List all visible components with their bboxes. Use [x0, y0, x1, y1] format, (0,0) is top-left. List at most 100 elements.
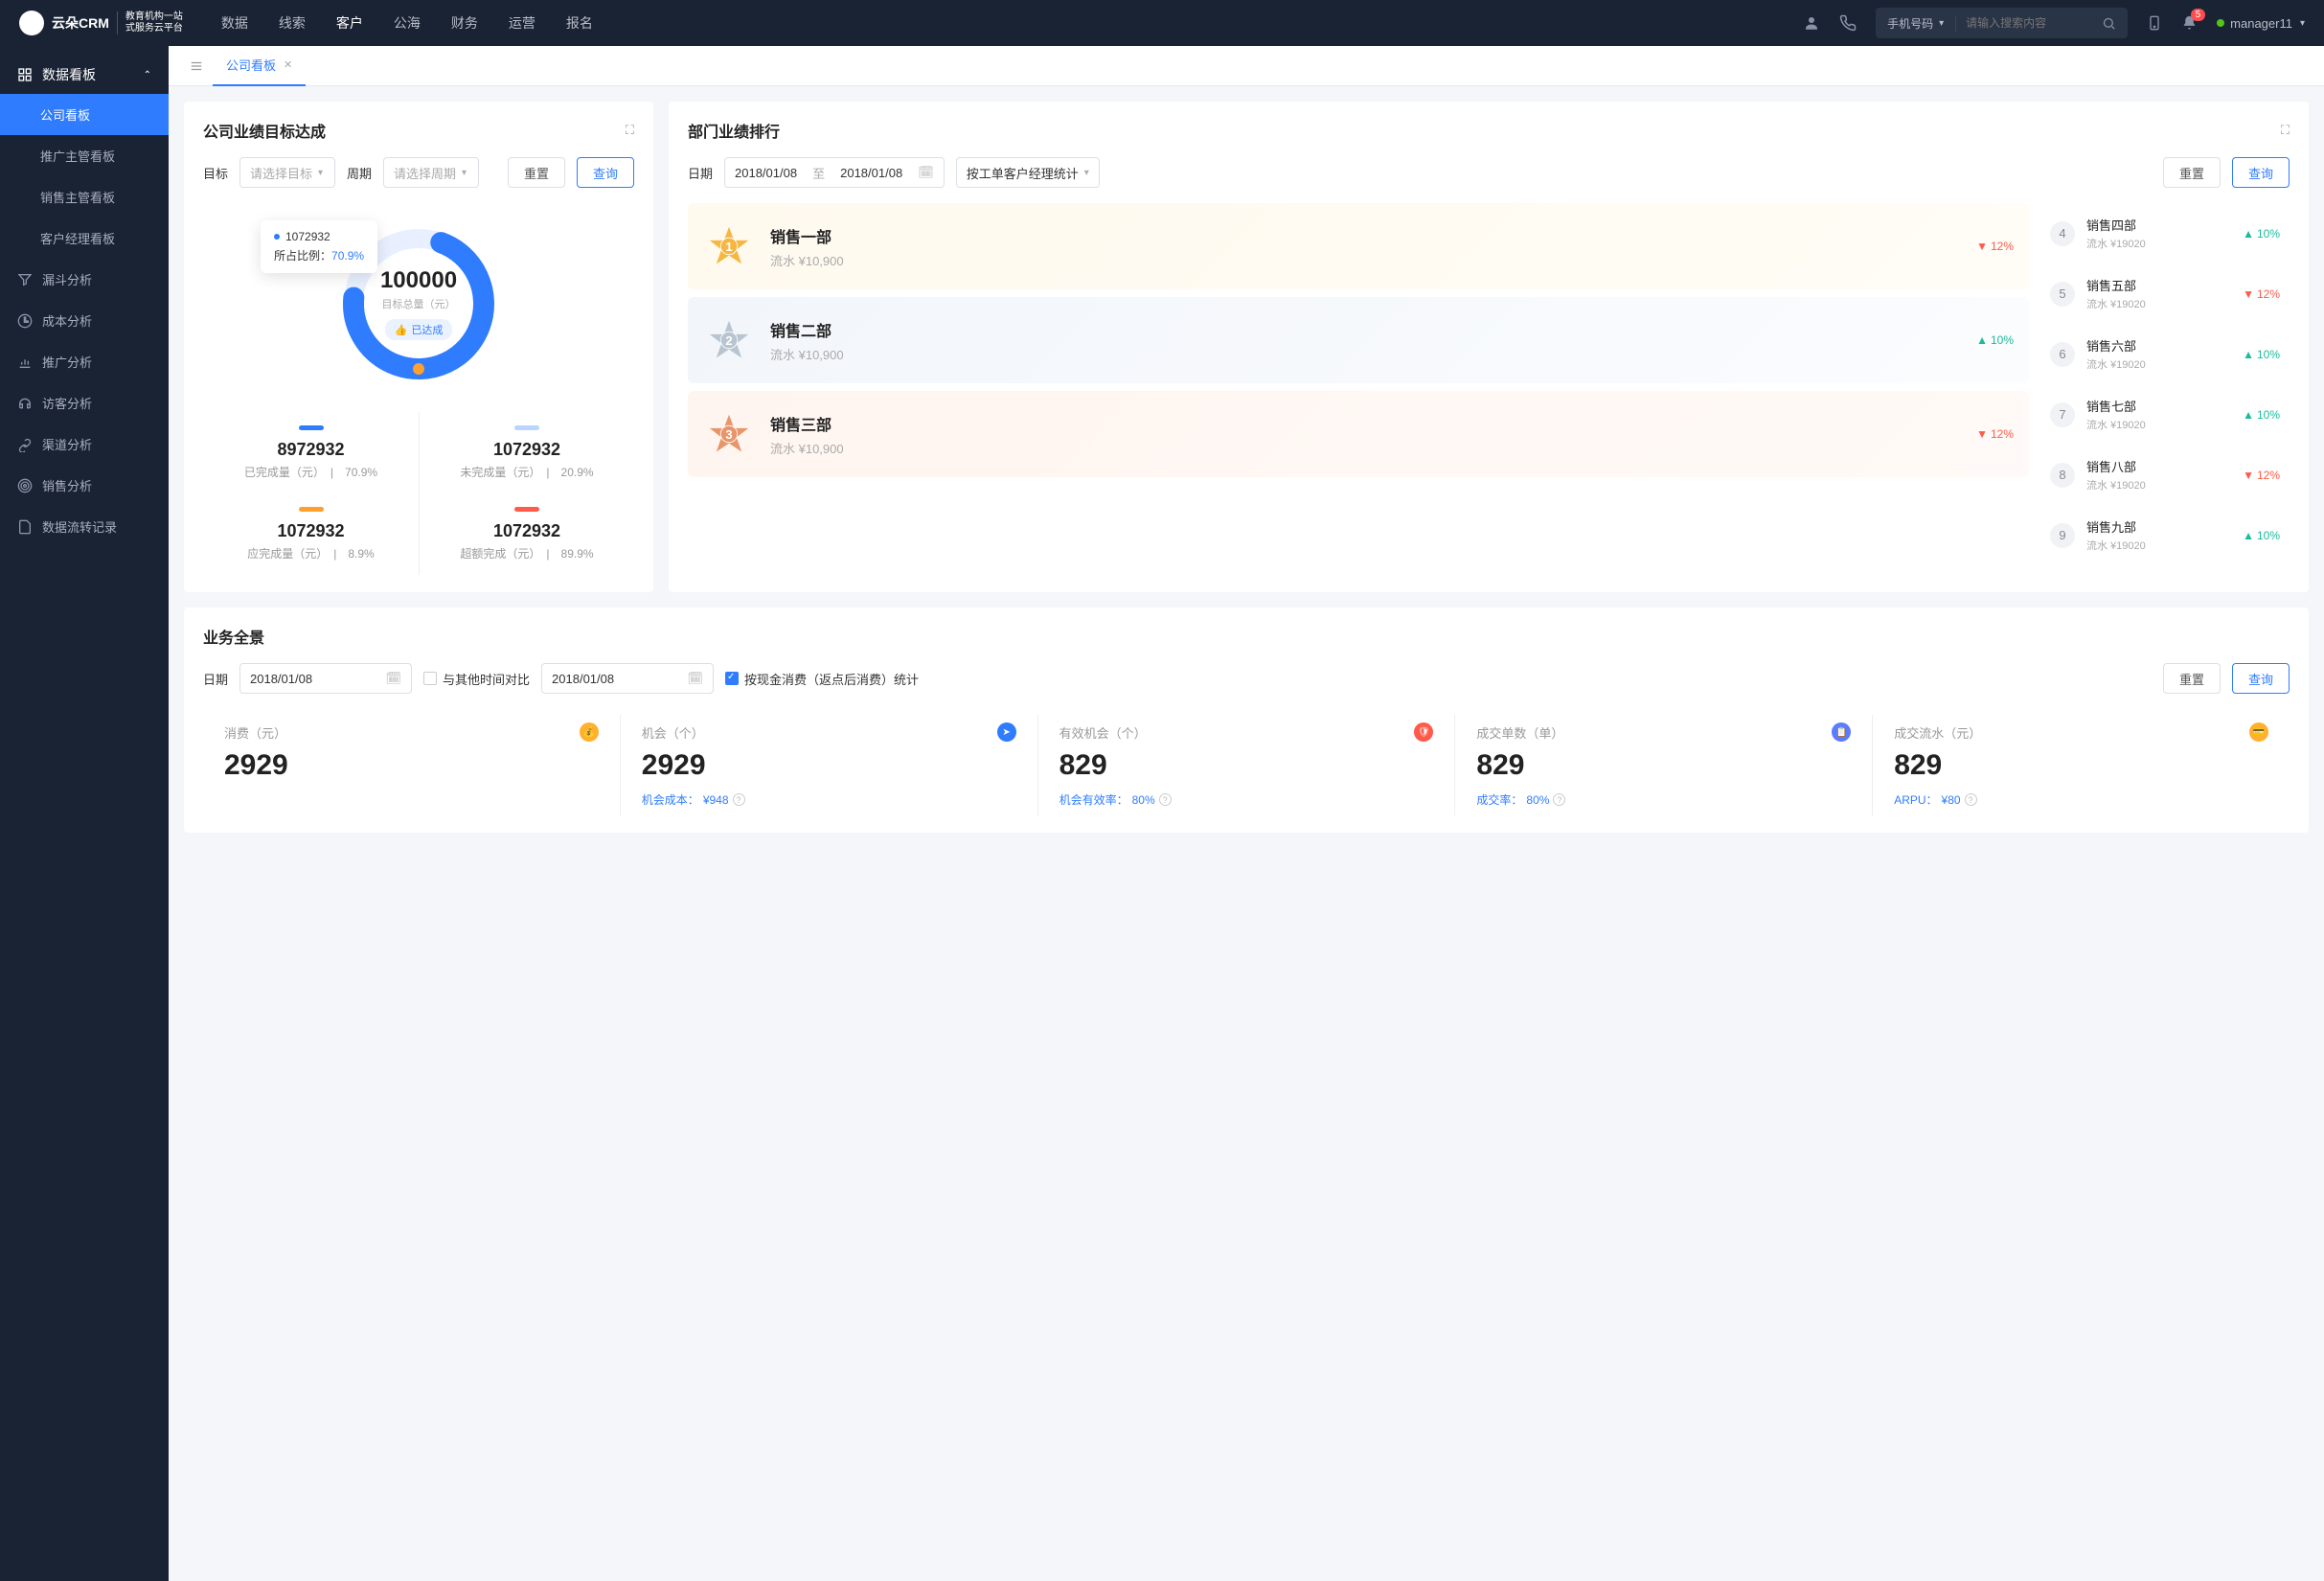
rank-card: 部门业绩排行 ⛶ 日期 2018/01/08 至 2018/01/08 🗓 按工… [669, 102, 2309, 592]
sidebar-sub-item[interactable]: 推广主管看板 [0, 135, 169, 176]
sidebar-item[interactable]: 访客分析 [0, 382, 169, 424]
trend-indicator: ▲ 10% [2243, 227, 2280, 241]
top-nav: 数据 线索 客户 公海 财务 运营 报名 [221, 13, 593, 33]
metric-icon: 💰 [580, 722, 599, 742]
topnav-item[interactable]: 公海 [394, 13, 421, 33]
arrow-icon: ▼ [1976, 427, 1988, 441]
expand-icon[interactable]: ⛶ [626, 123, 634, 138]
rank-index: 9 [2050, 523, 2075, 548]
topnav-item[interactable]: 线索 [279, 13, 306, 33]
arrow-icon: ▼ [1976, 240, 1988, 253]
sidebar-item[interactable]: 渠道分析 [0, 424, 169, 465]
user-menu[interactable]: manager11 ▾ [2217, 16, 2305, 31]
thumb-icon: 👍 [395, 324, 408, 336]
stat-cell: 1072932应完成量（元） | 8.9% [203, 493, 419, 575]
query-button[interactable]: 查询 [2232, 157, 2290, 188]
trend-indicator: ▲ 10% [1976, 333, 2014, 347]
trend-indicator: ▲ 10% [2243, 529, 2280, 542]
compare-checkbox[interactable]: 与其他时间对比 [423, 670, 530, 688]
chevron-up-icon: ⌃ [144, 70, 151, 80]
target-icon [17, 478, 33, 493]
chevron-down-icon: ▾ [318, 168, 323, 178]
logo-icon [19, 11, 44, 35]
filter-label: 目标 [203, 164, 228, 182]
target-select[interactable]: 请选择目标▾ [239, 157, 335, 188]
filter-label: 日期 [688, 164, 713, 182]
query-button[interactable]: 查询 [2232, 663, 2290, 694]
rank-row: 8销售八部流水 ¥19020▼ 12% [2040, 445, 2290, 505]
cash-checkbox[interactable]: 按现金消费（返点后消费）统计 [725, 670, 919, 688]
help-icon[interactable]: ? [1159, 793, 1172, 806]
calendar-icon: 🗓 [918, 165, 934, 180]
bell-icon[interactable]: 5 [2181, 14, 2198, 32]
query-button[interactable]: 查询 [577, 157, 634, 188]
donut-total: 100000 [380, 267, 457, 294]
date-range[interactable]: 2018/01/08 至 2018/01/08 🗓 [724, 157, 945, 188]
sidebar-sub-item[interactable]: 公司看板 [0, 94, 169, 135]
card-title: 公司业绩目标达成 [203, 119, 326, 142]
reset-button[interactable]: 重置 [2163, 157, 2221, 188]
search-icon[interactable] [2090, 16, 2128, 31]
topnav-item[interactable]: 数据 [221, 13, 248, 33]
help-icon[interactable]: ? [733, 793, 745, 806]
mobile-icon[interactable] [2147, 14, 2162, 32]
topbar: 云朵CRM 教育机构一站 式服务云平台 数据线索客户公海财务运营报名 手机号码 … [0, 0, 2324, 46]
expand-icon[interactable]: ⛶ [2281, 123, 2290, 138]
arrow-icon: ▲ [2243, 227, 2254, 241]
help-icon[interactable]: ? [1965, 793, 1977, 806]
close-icon[interactable]: ✕ [284, 58, 292, 71]
rank-row: 4销售四部流水 ¥19020▲ 10% [2040, 203, 2290, 264]
phone-icon[interactable] [1839, 14, 1857, 32]
date-input-2[interactable]: 2018/01/08🗓 [541, 663, 714, 694]
target-card: 公司业绩目标达成 ⛶ 目标 请选择目标▾ 周期 请选择周期▾ 重置 [184, 102, 653, 592]
achieved-badge: 👍 已达成 [385, 319, 453, 340]
rank-row: 6销售六部流水 ¥19020▲ 10% [2040, 324, 2290, 384]
sidebar-header[interactable]: 数据看板 ⌃ [0, 56, 169, 94]
arrow-icon: ▼ [2243, 287, 2254, 301]
topnav-item[interactable]: 报名 [566, 13, 593, 33]
topnav-item[interactable]: 财务 [451, 13, 478, 33]
search-type-select[interactable]: 手机号码 ▾ [1876, 15, 1956, 32]
groupby-select[interactable]: 按工单客户经理统计▾ [956, 157, 1100, 188]
tab-company-board[interactable]: 公司看板 ✕ [213, 46, 306, 86]
search-input[interactable] [1956, 16, 2090, 30]
chevron-down-icon: ▾ [1084, 168, 1089, 178]
topnav-item[interactable]: 客户 [336, 13, 363, 33]
reset-button[interactable]: 重置 [2163, 663, 2221, 694]
funnel-icon [17, 272, 33, 287]
period-select[interactable]: 请选择周期▾ [383, 157, 479, 188]
overview-card: 业务全景 日期 2018/01/08🗓 与其他时间对比 2018/01/08🗓 [184, 607, 2309, 833]
rank-index: 8 [2050, 463, 2075, 488]
sidebar-item[interactable]: 成本分析 [0, 300, 169, 341]
rank-index: 6 [2050, 342, 2075, 367]
trend-indicator: ▼ 12% [1976, 427, 2014, 441]
stat-cell: 1072932未完成量（元） | 20.9% [419, 412, 634, 493]
sidebar-item[interactable]: 销售分析 [0, 465, 169, 506]
filter-label: 周期 [347, 164, 372, 182]
reset-button[interactable]: 重置 [508, 157, 565, 188]
hamburger-icon[interactable] [180, 59, 213, 73]
arrow-icon: ▲ [2243, 529, 2254, 542]
metric-icon: 📋 [1832, 722, 1851, 742]
chevron-down-icon: ▾ [1939, 18, 1944, 29]
card-title: 业务全景 [203, 625, 2290, 648]
trend-indicator: ▼ 12% [2243, 469, 2280, 482]
dashboard-icon [17, 67, 33, 82]
help-icon[interactable]: ? [1553, 793, 1565, 806]
sidebar-sub-item[interactable]: 销售主管看板 [0, 176, 169, 218]
stat-cell: 8972932已完成量（元） | 70.9% [203, 412, 419, 493]
sidebar-item[interactable]: 推广分析 [0, 341, 169, 382]
clock-icon [17, 313, 33, 329]
medal-icon: 1 [703, 220, 755, 272]
rank-row: 7销售七部流水 ¥19020▲ 10% [2040, 384, 2290, 445]
medal-icon: 3 [703, 408, 755, 460]
sidebar-item[interactable]: 漏斗分析 [0, 259, 169, 300]
date-input-1[interactable]: 2018/01/08🗓 [239, 663, 412, 694]
topnav-item[interactable]: 运营 [509, 13, 535, 33]
sidebar-sub-item[interactable]: 客户经理看板 [0, 218, 169, 259]
person-icon[interactable] [1803, 14, 1820, 32]
stat-bar [514, 507, 539, 512]
donut-label: 目标总量（元） [382, 296, 456, 311]
sidebar-item[interactable]: 数据流转记录 [0, 506, 169, 547]
arrow-icon: ▲ [2243, 408, 2254, 422]
